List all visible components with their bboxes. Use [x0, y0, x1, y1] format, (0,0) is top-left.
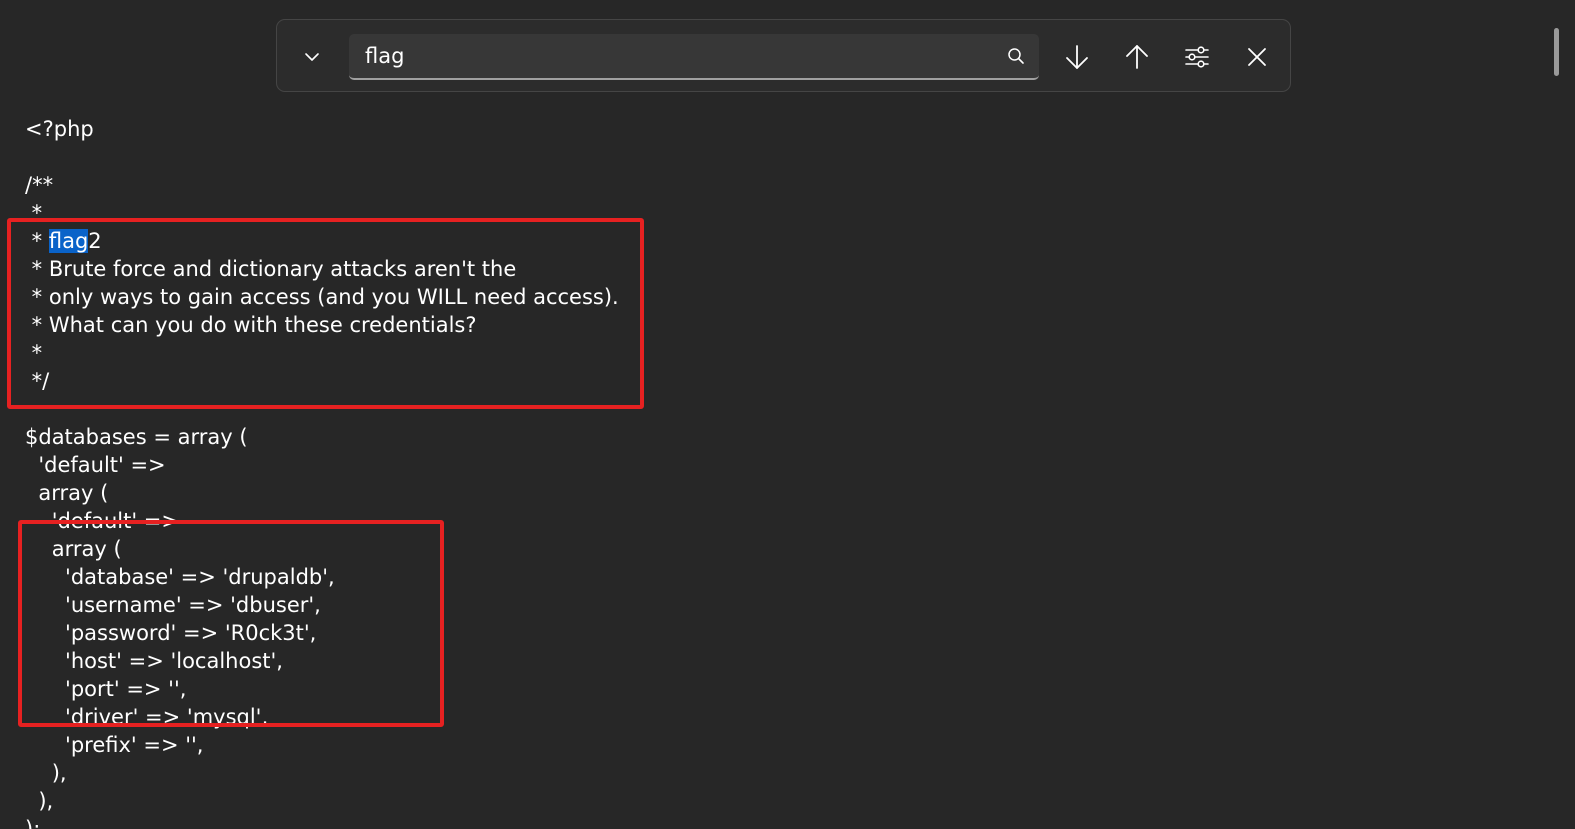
code-line: array (: [25, 481, 109, 505]
find-options-button[interactable]: [1173, 33, 1221, 81]
code-line: ),: [25, 789, 54, 813]
code-line: /**: [25, 173, 54, 197]
search-button[interactable]: [1001, 41, 1031, 71]
annotation-box-comment: [7, 218, 644, 409]
find-bar: [276, 19, 1291, 92]
code-line: $databases = array (: [25, 425, 248, 449]
arrow-up-icon: [1126, 45, 1148, 69]
search-input[interactable]: [349, 34, 979, 78]
code-line: ),: [25, 761, 67, 785]
search-icon: [1008, 48, 1024, 64]
vertical-scrollbar[interactable]: [1554, 28, 1559, 76]
annotation-box-credentials: [18, 520, 444, 727]
close-find-button[interactable]: [1233, 33, 1281, 81]
sliders-icon: [1185, 46, 1209, 68]
close-icon: [1248, 48, 1266, 66]
toggle-replace-button[interactable]: [288, 33, 336, 81]
code-line: <?php: [25, 117, 94, 141]
find-next-button[interactable]: [1053, 33, 1101, 81]
code-line: 'default' =>: [25, 453, 166, 477]
code-line: );: [25, 817, 41, 829]
search-box: [349, 34, 1039, 80]
find-previous-button[interactable]: [1113, 33, 1161, 81]
code-line: 'prefix' => '',: [25, 733, 204, 757]
chevron-down-icon: [305, 53, 319, 61]
arrow-down-icon: [1066, 45, 1088, 69]
